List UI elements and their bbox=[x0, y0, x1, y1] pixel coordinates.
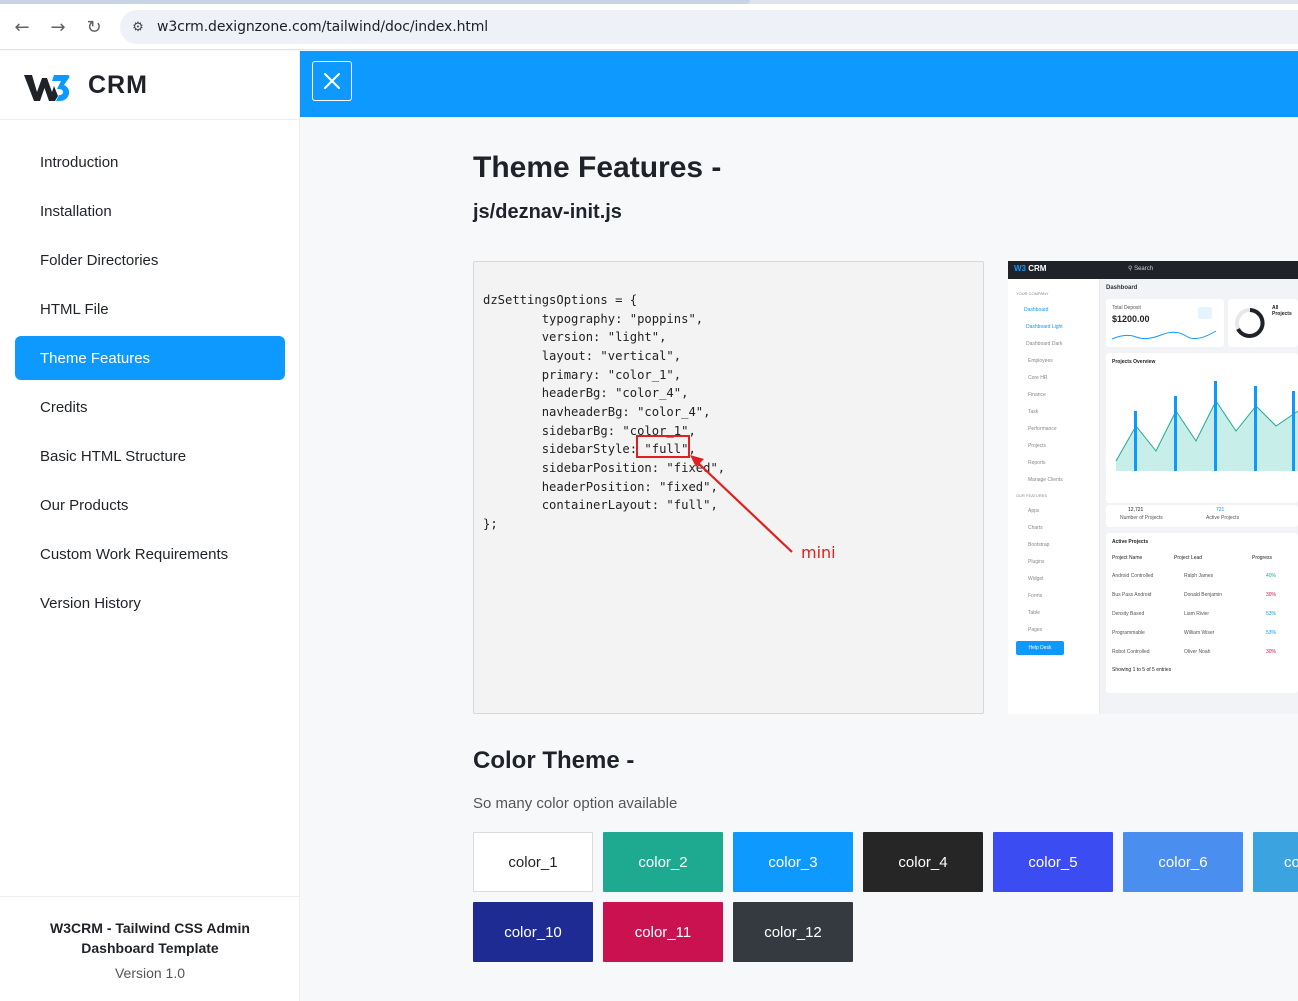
preview-help-button: Help Desk bbox=[1016, 641, 1064, 655]
preview-stats: 12,721 Number of Projects 721 Active Pro… bbox=[1106, 505, 1298, 527]
preview-active-projects: Active Projects Project Name Project Lea… bbox=[1106, 533, 1298, 693]
file-name: js/deznav-init.js bbox=[473, 201, 622, 223]
close-icon bbox=[324, 73, 340, 89]
sidebar-item-credits[interactable]: Credits bbox=[15, 385, 285, 429]
preview-side-item: Apps bbox=[1028, 508, 1040, 514]
preview-side-item: Forms bbox=[1028, 593, 1043, 599]
preview-donut bbox=[1235, 308, 1265, 338]
browser-toolbar: ← → ↻ ⚙ w3crm.dexignzone.com/tailwind/do… bbox=[0, 4, 1298, 50]
preview-bar-chart bbox=[1115, 381, 1298, 471]
preview-side-item: Projects bbox=[1028, 443, 1047, 449]
sidebar-item-theme-features[interactable]: Theme Features bbox=[15, 336, 285, 380]
color-swatch-2[interactable]: color_2 bbox=[603, 832, 723, 892]
sidebar: CRM Introduction Installation Folder Dir… bbox=[0, 51, 300, 1001]
preview-side-item: Dashboard Light bbox=[1026, 324, 1063, 330]
preview-side-item: Finance bbox=[1028, 392, 1046, 398]
color-swatch-3[interactable]: color_3 bbox=[733, 832, 853, 892]
preview-breadcrumb: Dashboard bbox=[1106, 285, 1138, 291]
close-button[interactable] bbox=[312, 61, 352, 101]
preview-company: YOUR COMPANY bbox=[1016, 291, 1049, 296]
footer-title: W3CRM - Tailwind CSS Admin Dashboard Tem… bbox=[50, 920, 250, 956]
preview-header: W3 CRM ⚲ Search bbox=[1008, 261, 1298, 279]
logo-area[interactable]: CRM bbox=[0, 51, 300, 120]
annotation-arrow-icon bbox=[690, 455, 793, 553]
preview-side-item: Manage Clients bbox=[1028, 477, 1063, 483]
color-swatch-6[interactable]: color_6 bbox=[1123, 832, 1243, 892]
arrow-right-icon[interactable]: → bbox=[44, 13, 72, 41]
code-block: dzSettingsOptions = { typography: "poppi… bbox=[473, 261, 984, 714]
preview-side-item: Table bbox=[1028, 610, 1040, 616]
preview-side-item: Charts bbox=[1028, 525, 1043, 531]
preview-sidebar: YOUR COMPANY Dashboard Dashboard Light D… bbox=[1008, 279, 1100, 714]
preview-side-item: Performance bbox=[1028, 426, 1057, 432]
sidebar-item-html-file[interactable]: HTML File bbox=[15, 287, 285, 331]
reload-icon[interactable]: ↻ bbox=[80, 13, 108, 41]
sidebar-footer: W3CRM - Tailwind CSS Admin Dashboard Tem… bbox=[0, 896, 300, 1001]
annotation-label: mini bbox=[801, 543, 836, 562]
preview-side-item: Pages bbox=[1028, 627, 1043, 633]
sidebar-item-folder-directories[interactable]: Folder Directories bbox=[15, 238, 285, 282]
preview-side-item: Task bbox=[1028, 409, 1039, 415]
color-swatch-10[interactable]: color_10 bbox=[473, 902, 593, 962]
dashboard-preview-image: W3 CRM ⚲ Search YOUR COMPANY Dashboard D… bbox=[1008, 261, 1298, 714]
preview-side-item: Plugins bbox=[1028, 559, 1045, 565]
color-swatch-1[interactable]: color_1 bbox=[473, 832, 593, 892]
tune-icon[interactable]: ⚙ bbox=[129, 18, 147, 36]
preview-projects-card: All Projects bbox=[1228, 299, 1298, 347]
sidebar-item-basic-html-structure[interactable]: Basic HTML Structure bbox=[15, 434, 285, 478]
w3-logo-icon bbox=[24, 75, 70, 101]
top-header bbox=[300, 51, 1298, 117]
preview-side-item: Core HR bbox=[1028, 375, 1048, 381]
address-bar[interactable]: ⚙ w3crm.dexignzone.com/tailwind/doc/inde… bbox=[120, 10, 1298, 44]
color-theme-description: So many color option available bbox=[473, 795, 678, 812]
color-swatch-11[interactable]: color_11 bbox=[603, 902, 723, 962]
sidebar-item-our-products[interactable]: Our Products bbox=[15, 483, 285, 527]
main-content: Theme Features - js/deznav-init.js dzSet… bbox=[300, 117, 1298, 1001]
preview-side-item: Widget bbox=[1028, 576, 1044, 582]
color-swatch-5[interactable]: color_5 bbox=[993, 832, 1113, 892]
preview-side-item: Reports bbox=[1028, 460, 1046, 466]
preview-main: Dashboard Total Deposit $1200.00 All Pro… bbox=[1100, 279, 1298, 714]
color-swatch-4[interactable]: color_4 bbox=[863, 832, 983, 892]
preview-side-item: Bootstrap bbox=[1028, 542, 1050, 548]
sidebar-item-custom-work-requirements[interactable]: Custom Work Requirements bbox=[15, 532, 285, 576]
preview-deposit-card: Total Deposit $1200.00 bbox=[1106, 299, 1224, 347]
preview-side-item: OUR FEATURES bbox=[1016, 493, 1048, 498]
preview-sparkline bbox=[1111, 307, 1217, 340]
preview-logo: W3 CRM bbox=[1014, 264, 1047, 273]
page-title: Theme Features - bbox=[473, 151, 722, 184]
color-theme-title: Color Theme - bbox=[473, 747, 635, 774]
sidebar-menu: Introduction Installation Folder Directo… bbox=[15, 140, 285, 630]
footer-version: Version 1.0 bbox=[114, 965, 186, 981]
preview-side-item: Dashboard Dark bbox=[1026, 341, 1063, 347]
preview-search: ⚲ Search bbox=[1128, 266, 1154, 272]
color-swatch-12[interactable]: color_12 bbox=[733, 902, 853, 962]
arrow-left-icon[interactable]: ← bbox=[8, 13, 36, 41]
sidebar-item-introduction[interactable]: Introduction bbox=[15, 140, 285, 184]
preview-side-item: Dashboard bbox=[1024, 307, 1049, 313]
sidebar-item-installation[interactable]: Installation bbox=[15, 189, 285, 233]
preview-overview-card: Projects Overview bbox=[1106, 353, 1298, 503]
preview-side-item: Employees bbox=[1028, 358, 1053, 364]
sidebar-item-version-history[interactable]: Version History bbox=[15, 581, 285, 625]
color-swatch-7-partial[interactable]: co bbox=[1253, 832, 1298, 892]
logo-text: CRM bbox=[88, 71, 148, 99]
url-text[interactable]: w3crm.dexignzone.com/tailwind/doc/index.… bbox=[157, 19, 488, 35]
